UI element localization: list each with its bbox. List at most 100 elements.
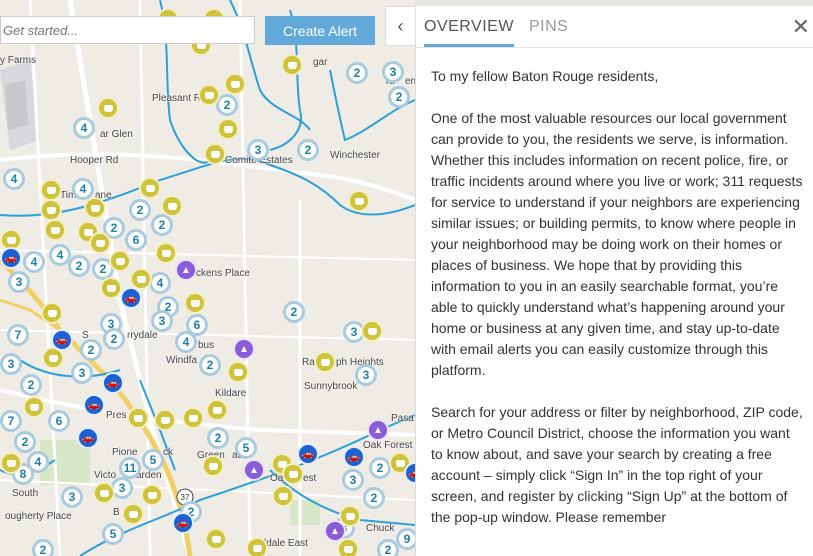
speech-bubble-icon[interactable] bbox=[205, 528, 227, 550]
cluster-marker[interactable]: 2 bbox=[297, 139, 319, 161]
cluster-marker[interactable]: 4 bbox=[73, 117, 95, 139]
cluster-marker[interactable]: 5 bbox=[142, 449, 164, 471]
car-icon[interactable]: 🚗 bbox=[83, 394, 105, 416]
cluster-marker[interactable]: 2 bbox=[20, 374, 42, 396]
speech-bubble-icon[interactable] bbox=[93, 482, 115, 504]
cluster-marker[interactable]: 2 bbox=[207, 427, 229, 449]
cluster-marker[interactable]: 3 bbox=[8, 271, 30, 293]
speech-bubble-icon[interactable] bbox=[139, 177, 161, 199]
cluster-marker[interactable]: 2 bbox=[377, 539, 399, 556]
place-label: ckens Place bbox=[196, 268, 250, 279]
speech-bubble-icon[interactable] bbox=[44, 219, 66, 241]
cluster-marker[interactable]: 9 bbox=[396, 528, 415, 550]
cluster-marker[interactable]: 2 bbox=[151, 214, 173, 236]
cluster-marker[interactable]: 3 bbox=[61, 486, 83, 508]
cluster-marker[interactable]: 6 bbox=[125, 229, 147, 251]
cluster-marker[interactable]: 2 bbox=[283, 301, 305, 323]
cluster-marker[interactable]: 11 bbox=[119, 457, 141, 479]
tab-pins[interactable]: PINS bbox=[529, 18, 568, 36]
speech-bubble-icon[interactable] bbox=[272, 485, 294, 507]
create-alert-button[interactable]: Create Alert bbox=[265, 16, 375, 45]
cluster-marker[interactable]: 2 bbox=[369, 457, 391, 479]
car-icon[interactable]: 🚗 bbox=[102, 372, 124, 394]
cluster-marker[interactable]: 5 bbox=[102, 523, 124, 545]
speech-bubble-icon[interactable] bbox=[40, 179, 62, 201]
cluster-marker[interactable]: 3 bbox=[0, 353, 22, 375]
cluster-marker[interactable]: 7 bbox=[0, 410, 22, 432]
speech-bubble-icon[interactable] bbox=[100, 277, 122, 299]
cluster-marker[interactable]: 5 bbox=[235, 437, 257, 459]
cluster-marker[interactable]: 4 bbox=[23, 251, 45, 273]
park-icon[interactable]: ▲ bbox=[243, 459, 265, 481]
cluster-marker[interactable]: 3 bbox=[382, 61, 404, 83]
speech-bubble-icon[interactable] bbox=[246, 537, 268, 556]
car-icon[interactable]: 🚗 bbox=[51, 329, 73, 351]
speech-bubble-icon[interactable] bbox=[155, 242, 177, 264]
speech-bubble-icon[interactable] bbox=[204, 143, 226, 165]
car-icon[interactable]: 🚗 bbox=[343, 446, 365, 468]
speech-bubble-icon[interactable] bbox=[184, 292, 206, 314]
park-icon[interactable]: ▲ bbox=[324, 520, 346, 542]
speech-bubble-icon[interactable] bbox=[141, 484, 163, 506]
speech-bubble-icon[interactable] bbox=[227, 361, 249, 383]
cluster-marker[interactable]: 4 bbox=[3, 168, 25, 190]
speech-bubble-icon[interactable] bbox=[41, 302, 63, 324]
speech-bubble-icon[interactable] bbox=[89, 232, 111, 254]
cluster-marker[interactable]: 2 bbox=[346, 62, 368, 84]
speech-bubble-icon[interactable] bbox=[202, 455, 224, 477]
park-icon[interactable]: ▲ bbox=[367, 419, 389, 441]
place-label: Pleasant R bbox=[152, 93, 201, 104]
cluster-marker[interactable]: 2 bbox=[388, 86, 410, 108]
car-icon[interactable]: 🚗 bbox=[77, 427, 99, 449]
car-icon[interactable]: 🚗 bbox=[172, 512, 194, 534]
speech-bubble-icon[interactable] bbox=[217, 118, 239, 140]
cluster-marker[interactable]: 3 bbox=[355, 364, 377, 386]
cluster-marker[interactable]: 3 bbox=[247, 139, 269, 161]
speech-bubble-icon[interactable] bbox=[23, 396, 45, 418]
car-icon[interactable]: 🚗 bbox=[297, 443, 319, 465]
speech-bubble-icon[interactable] bbox=[348, 190, 370, 212]
cluster-marker[interactable]: 2 bbox=[32, 539, 54, 556]
chevron-left-icon[interactable]: ‹ bbox=[385, 6, 415, 46]
speech-bubble-icon[interactable] bbox=[97, 97, 119, 119]
speech-bubble-icon[interactable] bbox=[337, 538, 359, 556]
close-icon[interactable]: ✕ bbox=[792, 14, 810, 40]
speech-bubble-icon[interactable] bbox=[314, 351, 336, 373]
speech-bubble-icon[interactable] bbox=[84, 197, 106, 219]
speech-bubble-icon[interactable] bbox=[0, 452, 22, 474]
speech-bubble-icon[interactable] bbox=[281, 54, 303, 76]
speech-bubble-icon[interactable] bbox=[224, 73, 246, 95]
car-icon[interactable]: 🚗 bbox=[0, 247, 22, 269]
speech-bubble-icon[interactable] bbox=[282, 463, 304, 485]
cluster-marker[interactable]: 2 bbox=[103, 328, 125, 350]
cluster-marker[interactable]: 2 bbox=[199, 354, 221, 376]
car-icon[interactable]: 🚗 bbox=[120, 287, 142, 309]
cluster-marker[interactable]: 2 bbox=[14, 431, 36, 453]
park-icon[interactable]: ▲ bbox=[175, 259, 197, 281]
speech-bubble-icon[interactable] bbox=[127, 407, 149, 429]
cluster-marker[interactable]: 7 bbox=[7, 324, 29, 346]
cluster-marker[interactable]: 2 bbox=[80, 339, 102, 361]
speech-bubble-icon[interactable] bbox=[198, 84, 220, 106]
search-input[interactable] bbox=[0, 16, 255, 44]
speech-bubble-icon[interactable] bbox=[40, 199, 62, 221]
map-canvas[interactable]: 37 y Farms Pleasant R ar Glen Hooper Rd … bbox=[0, 0, 415, 556]
cluster-marker[interactable]: 2 bbox=[129, 199, 151, 221]
cluster-marker[interactable]: 6 bbox=[48, 410, 70, 432]
speech-bubble-icon[interactable] bbox=[361, 320, 383, 342]
cluster-marker[interactable]: 3 bbox=[151, 310, 173, 332]
cluster-marker[interactable]: 4 bbox=[149, 272, 171, 294]
speech-bubble-icon[interactable] bbox=[122, 503, 144, 525]
cluster-marker[interactable]: 2 bbox=[68, 255, 90, 277]
cluster-marker[interactable]: 3 bbox=[342, 469, 364, 491]
park-icon[interactable]: ▲ bbox=[233, 338, 255, 360]
cluster-marker[interactable]: 2 bbox=[363, 487, 385, 509]
speech-bubble-icon[interactable] bbox=[109, 250, 131, 272]
cluster-marker[interactable]: 4 bbox=[175, 331, 197, 353]
speech-bubble-icon[interactable] bbox=[161, 195, 183, 217]
cluster-marker[interactable]: 3 bbox=[71, 362, 93, 384]
speech-bubble-icon[interactable] bbox=[206, 399, 228, 421]
tab-overview[interactable]: OVERVIEW bbox=[424, 18, 514, 47]
speech-bubble-icon[interactable] bbox=[154, 409, 176, 431]
speech-bubble-icon[interactable] bbox=[182, 407, 204, 429]
